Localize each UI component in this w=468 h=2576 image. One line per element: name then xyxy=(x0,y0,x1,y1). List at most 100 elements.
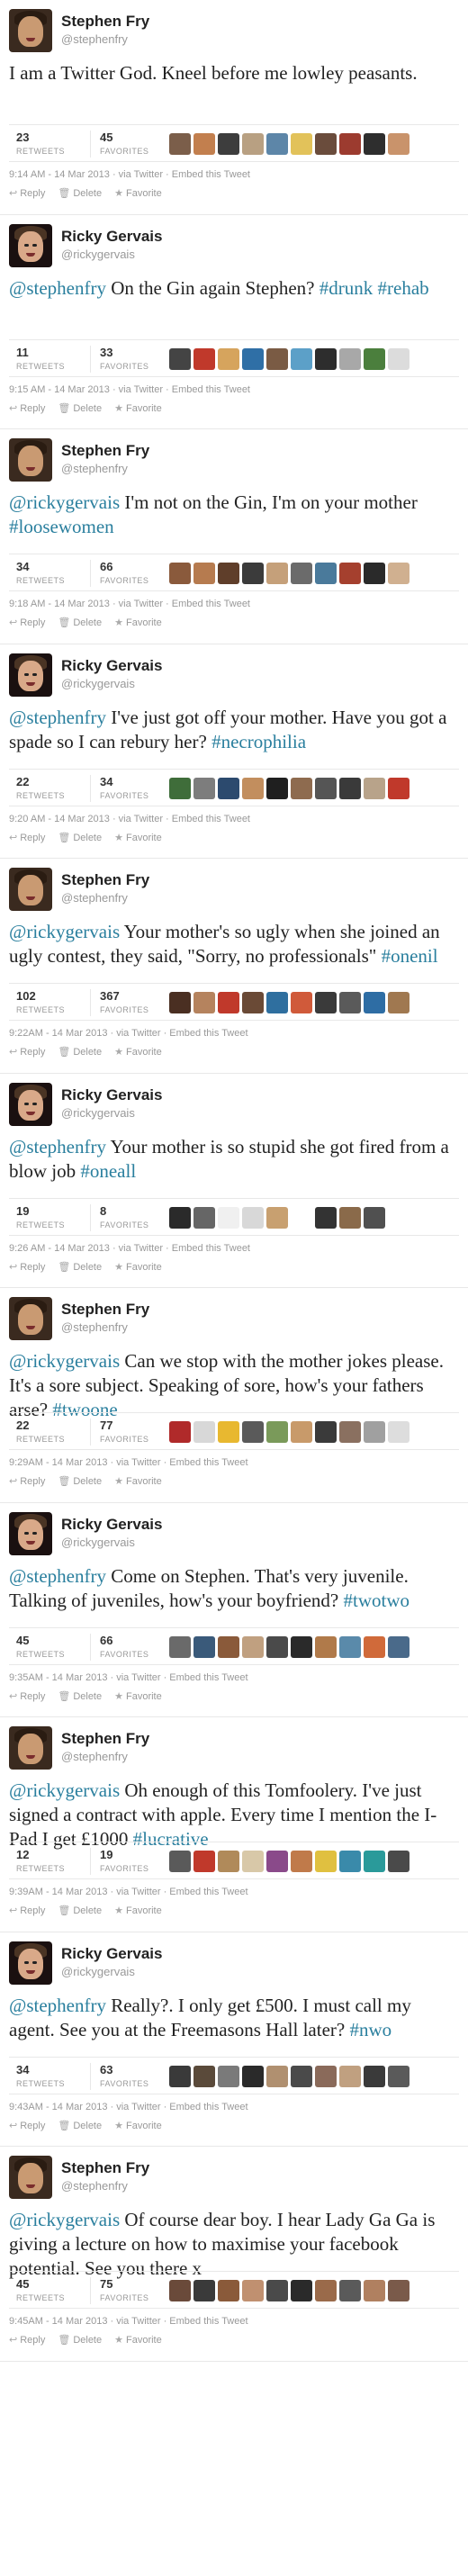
reply-action[interactable]: ↩ Reply xyxy=(9,1905,45,1916)
favoriter-avatar[interactable] xyxy=(218,2065,239,2087)
author-fullname[interactable]: Stephen Fry xyxy=(61,13,149,31)
favoriter-avatar[interactable] xyxy=(266,1421,288,1443)
favoriter-avatar[interactable] xyxy=(194,1851,215,1872)
favoriter-avatar[interactable] xyxy=(339,1635,361,1658)
favoriter-avatar[interactable] xyxy=(242,563,264,584)
tweet-timestamp[interactable]: 9:15 AM - 14 Mar 2013 · via Twitter · Em… xyxy=(9,384,250,395)
favoriter-avatar[interactable] xyxy=(388,777,410,799)
favoriter-avatar[interactable] xyxy=(388,2280,410,2301)
favoriter-avatar[interactable] xyxy=(266,133,288,155)
favorite-action[interactable]: ★ Favorite xyxy=(114,617,162,628)
favoriter-avatar[interactable] xyxy=(169,347,191,370)
hashtag-link[interactable]: #twotwo xyxy=(344,1590,410,1611)
favoriter-avatar[interactable] xyxy=(315,1635,337,1658)
favorite-action[interactable]: ★ Favorite xyxy=(114,1261,162,1273)
favorite-action[interactable]: ★ Favorite xyxy=(114,2334,162,2346)
reply-action[interactable]: ↩ Reply xyxy=(9,1690,45,1702)
favoriter-avatar[interactable] xyxy=(194,777,215,799)
favoriter-avatar[interactable] xyxy=(242,777,264,799)
hashtag-link[interactable]: #nwo xyxy=(349,2019,392,2040)
mention-link[interactable]: @rickygervais xyxy=(9,2209,120,2230)
favoriter-avatar[interactable] xyxy=(242,133,264,155)
hashtag-link[interactable]: #rehab xyxy=(378,277,429,299)
favoriter-avatar[interactable] xyxy=(339,1206,361,1229)
author-fullname[interactable]: Stephen Fry xyxy=(61,871,149,889)
mention-link[interactable]: @rickygervais xyxy=(9,1779,120,1801)
avatar[interactable] xyxy=(9,1941,52,1985)
favoriter-avatar[interactable] xyxy=(169,777,191,799)
favoriter-avatar[interactable] xyxy=(266,2280,288,2301)
delete-action[interactable]: 🗑 Delete xyxy=(58,1046,102,1058)
delete-action[interactable]: 🗑 Delete xyxy=(58,617,102,628)
favorites-stat[interactable]: 19 FAVORITES xyxy=(90,1848,148,1875)
retweets-stat[interactable]: 11 RETWEETS xyxy=(16,346,65,371)
retweets-stat[interactable]: 22 RETWEETS xyxy=(16,1419,65,1444)
favoriter-avatar[interactable] xyxy=(364,1206,385,1229)
favoriter-avatar[interactable] xyxy=(194,992,215,1013)
favorite-action[interactable]: ★ Favorite xyxy=(114,1690,162,1702)
favoriter-avatar[interactable] xyxy=(364,133,385,155)
favoriter-avatar[interactable] xyxy=(364,2065,385,2087)
favoriter-avatar[interactable] xyxy=(315,133,337,155)
favorite-action[interactable]: ★ Favorite xyxy=(114,1046,162,1058)
favoriter-avatar[interactable] xyxy=(364,563,385,584)
hashtag-link[interactable]: #necrophilia xyxy=(212,731,306,752)
author-screenname[interactable]: @stephenfry xyxy=(61,891,149,905)
hashtag-link[interactable]: #loosewomen xyxy=(9,516,114,537)
reply-action[interactable]: ↩ Reply xyxy=(9,617,45,628)
favoriter-avatar[interactable] xyxy=(364,777,385,799)
favoriter-avatar[interactable] xyxy=(169,133,191,155)
favoriter-avatar[interactable] xyxy=(339,347,361,370)
author-screenname[interactable]: @stephenfry xyxy=(61,1750,149,1763)
reply-action[interactable]: ↩ Reply xyxy=(9,2334,45,2346)
reply-action[interactable]: ↩ Reply xyxy=(9,1475,45,1487)
favoriter-avatar[interactable] xyxy=(218,1206,239,1229)
favoriter-avatar[interactable] xyxy=(291,992,312,1013)
favoriter-avatar[interactable] xyxy=(291,1635,312,1658)
author-fullname[interactable]: Stephen Fry xyxy=(61,442,149,460)
favoriter-avatar[interactable] xyxy=(194,563,215,584)
favoriter-avatar[interactable] xyxy=(218,133,239,155)
retweets-stat[interactable]: 102 RETWEETS xyxy=(16,989,65,1014)
author-screenname[interactable]: @stephenfry xyxy=(61,1320,149,1334)
favoriter-avatar[interactable] xyxy=(291,777,312,799)
author-screenname[interactable]: @rickygervais xyxy=(61,677,162,690)
author-fullname[interactable]: Ricky Gervais xyxy=(61,657,162,675)
retweets-stat[interactable]: 19 RETWEETS xyxy=(16,1204,65,1229)
favoriter-avatar[interactable] xyxy=(218,2280,239,2301)
favorite-action[interactable]: ★ Favorite xyxy=(114,1475,162,1487)
favoriter-avatar[interactable] xyxy=(364,1851,385,1872)
favoriter-avatar[interactable] xyxy=(291,1206,312,1229)
favoriter-avatar[interactable] xyxy=(169,563,191,584)
tweet-timestamp[interactable]: 9:35AM - 14 Mar 2013 · via Twitter · Emb… xyxy=(9,1672,248,1683)
tweet-timestamp[interactable]: 9:18 AM - 14 Mar 2013 · via Twitter · Em… xyxy=(9,599,250,609)
favoriter-avatar[interactable] xyxy=(315,1421,337,1443)
author-fullname[interactable]: Stephen Fry xyxy=(61,1301,149,1319)
favoriter-avatar[interactable] xyxy=(266,1635,288,1658)
favoriter-avatar[interactable] xyxy=(242,1421,264,1443)
favoriter-avatar[interactable] xyxy=(388,992,410,1013)
favoriter-avatar[interactable] xyxy=(364,347,385,370)
favoriter-avatar[interactable] xyxy=(266,777,288,799)
author-screenname[interactable]: @stephenfry xyxy=(61,32,149,46)
favoriter-avatar[interactable] xyxy=(266,347,288,370)
reply-action[interactable]: ↩ Reply xyxy=(9,832,45,843)
favoriter-avatar[interactable] xyxy=(218,777,239,799)
favoriter-avatar[interactable] xyxy=(266,563,288,584)
retweets-stat[interactable]: 12 RETWEETS xyxy=(16,1848,65,1873)
author-fullname[interactable]: Ricky Gervais xyxy=(61,1086,162,1104)
favorite-action[interactable]: ★ Favorite xyxy=(114,1905,162,1916)
favoriter-avatar[interactable] xyxy=(194,347,215,370)
favoriter-avatar[interactable] xyxy=(266,2065,288,2087)
favoriter-avatar[interactable] xyxy=(339,2280,361,2301)
favoriter-avatar[interactable] xyxy=(388,563,410,584)
mention-link[interactable]: @rickygervais xyxy=(9,491,120,513)
favorites-stat[interactable]: 33 FAVORITES xyxy=(90,345,148,373)
author-fullname[interactable]: Stephen Fry xyxy=(61,1730,149,1748)
reply-action[interactable]: ↩ Reply xyxy=(9,1261,45,1273)
author-fullname[interactable]: Ricky Gervais xyxy=(61,228,162,246)
favoriter-avatar[interactable] xyxy=(339,992,361,1013)
avatar[interactable] xyxy=(9,653,52,697)
avatar[interactable] xyxy=(9,1297,52,1340)
author-screenname[interactable]: @rickygervais xyxy=(61,1536,162,1549)
